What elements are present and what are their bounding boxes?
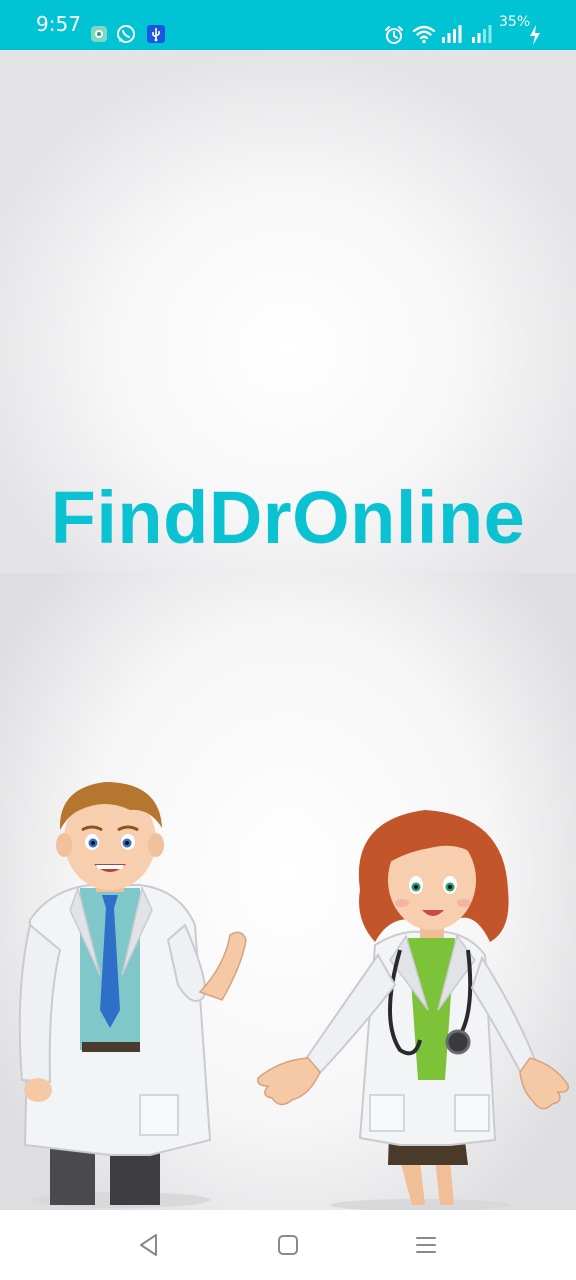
app-title: FindDrOnline — [50, 476, 526, 559]
back-icon[interactable] — [132, 1228, 166, 1262]
status-bar: 9:57 35% — [0, 0, 576, 50]
alarm-icon — [385, 26, 403, 44]
male-doctor-illustration — [18, 782, 247, 1208]
wifi-icon — [412, 25, 436, 44]
navigation-bar — [0, 1210, 576, 1280]
recents-icon[interactable] — [409, 1228, 443, 1262]
signal-icon — [472, 25, 492, 43]
status-time: 9:57 — [36, 12, 81, 36]
whatsapp-icon — [117, 25, 135, 43]
charging-bolt-icon — [530, 25, 540, 45]
female-doctor-illustration — [256, 810, 570, 1210]
splash-screen: FindDrOnline — [0, 50, 576, 1210]
usb-icon — [147, 25, 165, 43]
home-icon[interactable] — [271, 1228, 305, 1262]
battery-percentage: 35% — [499, 14, 531, 30]
chat-bubble-icon — [91, 26, 107, 42]
signal-icon — [442, 25, 462, 43]
